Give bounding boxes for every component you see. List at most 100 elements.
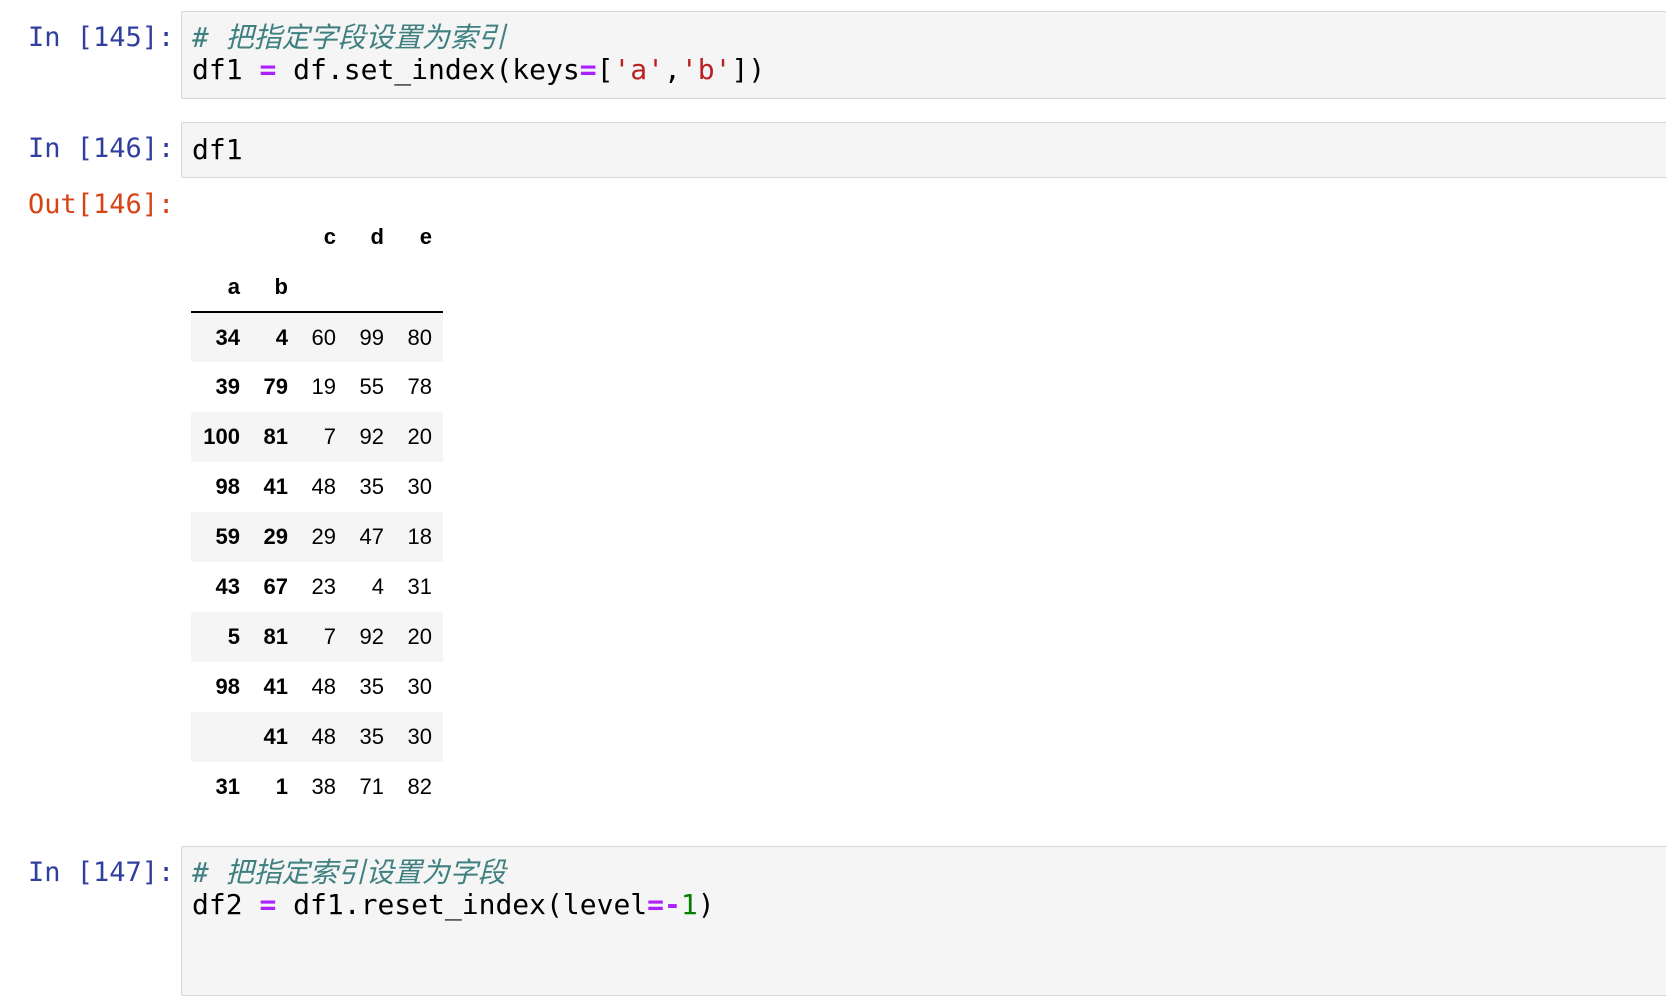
value-cell: 29 (299, 512, 347, 562)
cell-145-in-prompt: In [145]: (28, 22, 175, 53)
table-row: 34 4 60 99 80 (191, 312, 443, 362)
dataframe-output: c d e a b 34 4 60 99 80 39 79 19 55 78 1… (191, 212, 443, 812)
code-bracket: [ (596, 53, 614, 86)
value-cell: 7 (299, 412, 347, 462)
code-operator: = (579, 53, 597, 86)
value-cell: 30 (395, 712, 443, 762)
value-cell: 78 (407, 374, 432, 399)
index-a-cell: 59 (191, 512, 251, 562)
table-row: 100 81 7 92 20 (191, 412, 443, 462)
index-b-cell: 81 (251, 412, 299, 462)
table-row: 39 79 19 55 78 (191, 362, 443, 412)
value-cell: 48 (311, 474, 336, 499)
column-header-row: c d e (191, 212, 443, 262)
index-b-cell: 29 (251, 512, 299, 562)
code-comment: # 把指定索引设置为字段 (192, 856, 506, 889)
value-cell: 82 (407, 774, 432, 799)
cell-147-in-prompt: In [147]: (28, 857, 175, 888)
index-b-cell: 81 (251, 612, 299, 662)
code-bracket: ]) (731, 53, 766, 86)
code-operator: = (647, 888, 665, 921)
table-row: 43 67 23 4 31 (191, 562, 443, 612)
cell-146-out-prompt: Out[146]: (28, 189, 175, 220)
index-b-cell: 79 (263, 374, 288, 399)
value-cell: 92 (347, 412, 395, 462)
index-a-cell: 34 (191, 312, 251, 362)
index-a-cell: 5 (191, 612, 251, 662)
index-a-cell (191, 712, 251, 762)
cell-147-comment: # 把指定索引设置为字段 (192, 857, 506, 889)
cell-147-code-line: df2 = df1.reset_index(level=-1) (192, 889, 715, 921)
code-number: 1 (680, 888, 698, 921)
cell-145-code-line: df1 = df.set_index(keys=['a','b']) (192, 54, 765, 86)
value-cell: 55 (359, 374, 384, 399)
value-cell: 19 (311, 374, 336, 399)
index-a-cell: 43 (215, 574, 240, 599)
value-cell: 35 (359, 474, 384, 499)
code-string: 'a' (613, 53, 665, 86)
table-row: 98 41 48 35 30 (191, 462, 443, 512)
code-operator: - (664, 888, 681, 921)
index-a-cell: 100 (191, 412, 251, 462)
index-name-row: a b (191, 262, 443, 313)
index-b-cell: 1 (275, 774, 288, 799)
code-string: 'b' (680, 53, 732, 86)
value-cell: 80 (395, 312, 443, 362)
index-a-cell: 39 (215, 374, 240, 399)
index-b-cell: 67 (263, 574, 288, 599)
cell-147-input[interactable]: # 把指定索引设置为字段 df2 = df1.reset_index(level… (181, 846, 1666, 996)
empty-header (191, 212, 251, 262)
code-call: df1.reset_index(level (293, 888, 648, 921)
index-a-cell: 98 (215, 474, 240, 499)
value-cell: 48 (311, 674, 336, 699)
value-cell: 38 (311, 774, 336, 799)
empty-header (251, 212, 299, 262)
value-cell: 18 (395, 512, 443, 562)
column-header: c (323, 224, 336, 249)
index-name: b (251, 262, 299, 313)
code-comment: # 把指定字段设置为索引 (192, 21, 506, 54)
value-cell: 30 (407, 474, 432, 499)
value-cell: 48 (299, 712, 347, 762)
cell-145-comment: # 把指定字段设置为索引 (192, 22, 506, 54)
index-a-cell: 98 (215, 674, 240, 699)
code-comma: , (664, 53, 681, 86)
index-b-cell: 41 (263, 474, 288, 499)
code-operator: = (259, 53, 277, 86)
column-header: e (419, 224, 432, 249)
code-var: df1 (192, 53, 243, 86)
cell-145-input[interactable]: # 把指定字段设置为索引 df1 = df.set_index(keys=['a… (181, 11, 1666, 99)
cell-146-in-prompt: In [146]: (28, 133, 175, 164)
value-cell: 4 (371, 574, 384, 599)
code-paren: ) (697, 888, 715, 921)
value-cell: 71 (359, 774, 384, 799)
value-cell: 35 (347, 712, 395, 762)
table-row: 59 29 29 47 18 (191, 512, 443, 562)
value-cell: 7 (299, 612, 347, 662)
index-name: a (191, 262, 251, 313)
index-b-cell: 41 (251, 712, 299, 762)
value-cell: 92 (347, 612, 395, 662)
value-cell: 23 (311, 574, 336, 599)
table-row: 5 81 7 92 20 (191, 612, 443, 662)
empty-header (299, 262, 347, 313)
code-operator: = (259, 888, 277, 921)
value-cell: 30 (407, 674, 432, 699)
code-var: df2 (192, 888, 243, 921)
index-b-cell: 41 (263, 674, 288, 699)
value-cell: 20 (395, 612, 443, 662)
table-row: 98 41 48 35 30 (191, 662, 443, 712)
empty-header (395, 262, 443, 313)
value-cell: 31 (407, 574, 432, 599)
index-b-cell: 4 (251, 312, 299, 362)
value-cell: 35 (359, 674, 384, 699)
cell-146-input[interactable]: df1 (181, 122, 1666, 178)
value-cell: 99 (347, 312, 395, 362)
index-a-cell: 31 (215, 774, 240, 799)
value-cell: 20 (395, 412, 443, 462)
empty-header (347, 262, 395, 313)
table-row: 41 48 35 30 (191, 712, 443, 762)
code-call: df.set_index(keys (293, 53, 580, 86)
table-row: 31 1 38 71 82 (191, 762, 443, 812)
value-cell: 47 (347, 512, 395, 562)
